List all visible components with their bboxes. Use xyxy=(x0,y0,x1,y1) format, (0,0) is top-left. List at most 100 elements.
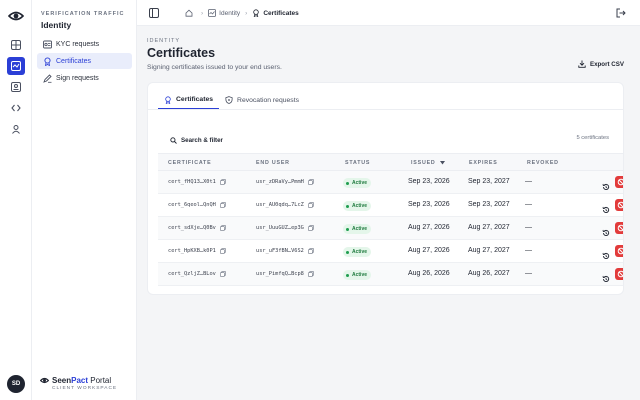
end-user-id: usr_AU0qdq…7LcZ xyxy=(256,202,304,208)
copy-icon[interactable] xyxy=(219,271,226,277)
column-header-expires[interactable]: EXPIRES xyxy=(469,160,498,166)
sign-icon xyxy=(42,73,52,83)
copy-icon[interactable] xyxy=(219,202,226,208)
sidebar-kicker: VERIFICATION TRAFFIC xyxy=(41,11,125,17)
revoke-icon xyxy=(617,270,623,278)
certificate-id: cert_QzljZ…BLov xyxy=(168,271,216,277)
status-badge: Active xyxy=(343,247,372,257)
identity-icon[interactable] xyxy=(7,57,25,75)
sidebar-item-sign-requests[interactable]: Sign requests xyxy=(37,70,132,86)
history-icon[interactable] xyxy=(602,224,610,237)
copy-icon[interactable] xyxy=(219,248,226,254)
expires-date: Aug 27, 2027 xyxy=(468,224,510,231)
status-badge: Active xyxy=(343,201,372,211)
certificate-id-cell: cert_QzljZ…BLov xyxy=(168,271,226,277)
column-header-certificate[interactable]: CERTIFICATE xyxy=(168,160,211,166)
dashboard-icon[interactable] xyxy=(9,38,23,52)
revoke-button[interactable] xyxy=(615,245,623,257)
column-header-status[interactable]: STATUS xyxy=(345,160,370,166)
issued-date: Sep 23, 2026 xyxy=(408,178,450,185)
sidebar-item-label: Sign requests xyxy=(56,74,99,82)
revoked-value: — xyxy=(525,178,532,185)
brand: Seen Pact Portal CLIENT WORKSPACE xyxy=(40,376,130,391)
table-row[interactable]: cert_fHQ13…X0t1 usr_zDRaVy…PmmH Active S… xyxy=(158,171,623,194)
user-icon[interactable] xyxy=(9,122,23,136)
status-dot xyxy=(346,227,349,231)
certificates-table: CERTIFICATE END USER STATUS ISSUED EXPIR… xyxy=(158,153,623,286)
copy-icon[interactable] xyxy=(219,225,226,231)
logout-icon[interactable] xyxy=(616,8,626,18)
code-icon[interactable] xyxy=(9,101,23,115)
table-row[interactable]: cert_HpKXB…k0P1 usr_uF3fBN…V6S2 Active A… xyxy=(158,240,623,263)
status-badge: Active xyxy=(343,178,372,188)
status-label: Active xyxy=(352,272,368,278)
breadcrumb-identity[interactable]: Identity xyxy=(219,10,240,17)
home-icon[interactable] xyxy=(185,9,193,17)
sidebar: VERIFICATION TRAFFIC Identity KYC reques… xyxy=(32,0,137,400)
tab-revocation-requests[interactable]: Revocation requests xyxy=(219,91,305,109)
breadcrumb-separator: › xyxy=(245,9,248,17)
expires-date: Aug 27, 2027 xyxy=(468,247,510,254)
copy-icon[interactable] xyxy=(219,179,226,185)
icon-rail: SD xyxy=(0,0,32,400)
end-user-id: usr_uF3fBN…V6S2 xyxy=(256,248,304,254)
certificate-id: cert_HpKXB…k0P1 xyxy=(168,248,216,254)
export-csv-button[interactable]: Export CSV xyxy=(578,60,624,68)
copy-icon[interactable] xyxy=(307,271,314,277)
certificates-card: Certificates Revocation requests Search … xyxy=(147,82,624,295)
history-icon[interactable] xyxy=(602,247,610,260)
certificate-id-cell: cert_HpKXB…k0P1 xyxy=(168,248,226,254)
copy-icon[interactable] xyxy=(307,202,314,208)
column-header-revoked[interactable]: REVOKED xyxy=(527,160,559,166)
history-icon[interactable] xyxy=(602,178,610,191)
copy-icon[interactable] xyxy=(307,225,314,231)
revoke-button[interactable] xyxy=(615,268,623,280)
certificate-id-cell: cert_6qeol…QnQH xyxy=(168,202,226,208)
status-dot xyxy=(346,273,349,277)
contacts-icon[interactable] xyxy=(9,80,23,94)
sidebar-toggle-icon[interactable] xyxy=(149,8,159,18)
page-title: Certificates xyxy=(147,46,216,60)
column-header-end-user[interactable]: END USER xyxy=(256,160,290,166)
table-row[interactable]: cert_QzljZ…BLov usr_PimfqQ…Bcp8 Active A… xyxy=(158,263,623,286)
revoke-button[interactable] xyxy=(615,199,623,211)
end-user-cell: usr_AU0qdq…7LcZ xyxy=(256,202,314,208)
sidebar-app-name: Identity xyxy=(41,20,72,30)
brand-subtitle: CLIENT WORKSPACE xyxy=(52,386,118,391)
tab-divider xyxy=(148,109,623,110)
history-icon[interactable] xyxy=(602,270,610,283)
avatar[interactable]: SD xyxy=(7,375,25,393)
revoked-value: — xyxy=(525,247,532,254)
history-icon[interactable] xyxy=(602,201,610,214)
tab-certificates[interactable]: Certificates xyxy=(158,91,220,109)
end-user-id: usr_zDRaVy…PmmH xyxy=(256,179,304,185)
revoke-button[interactable] xyxy=(615,222,623,234)
table-row[interactable]: cert_sdXje…Q0Bv usr_UuuGUZ…ep3G Active A… xyxy=(158,217,623,240)
search-filter-button[interactable]: Search & filter xyxy=(166,133,227,147)
column-header-issued[interactable]: ISSUED xyxy=(411,160,445,166)
sidebar-item-kyc-requests[interactable]: KYC requests xyxy=(37,36,132,52)
sidebar-item-label: KYC requests xyxy=(56,40,100,48)
eye-logo-icon[interactable] xyxy=(8,10,24,22)
table-row[interactable]: cert_6qeol…QnQH usr_AU0qdq…7LcZ Active S… xyxy=(158,194,623,217)
status-badge: Active xyxy=(343,270,372,280)
status-dot xyxy=(346,181,349,185)
column-header-issued-label: ISSUED xyxy=(411,160,436,166)
status-badge: Active xyxy=(343,224,372,234)
end-user-id: usr_PimfqQ…Bcp8 xyxy=(256,271,304,277)
status-dot xyxy=(346,250,349,254)
revoke-icon xyxy=(617,178,623,186)
revoke-icon xyxy=(617,201,623,209)
revoke-button[interactable] xyxy=(615,176,623,188)
tab-bar: Certificates Revocation requests xyxy=(158,91,305,109)
certificate-id: cert_6qeol…QnQH xyxy=(168,202,216,208)
copy-icon[interactable] xyxy=(307,179,314,185)
revoked-value: — xyxy=(525,270,532,277)
certificate-id: cert_sdXje…Q0Bv xyxy=(168,225,216,231)
brand-name-c: Portal xyxy=(88,376,112,385)
brand-name-a: Seen xyxy=(52,376,72,385)
copy-icon[interactable] xyxy=(307,248,314,254)
sidebar-item-certificates[interactable]: Certificates xyxy=(37,53,132,69)
tab-label: Certificates xyxy=(176,96,214,103)
download-icon xyxy=(578,60,586,68)
